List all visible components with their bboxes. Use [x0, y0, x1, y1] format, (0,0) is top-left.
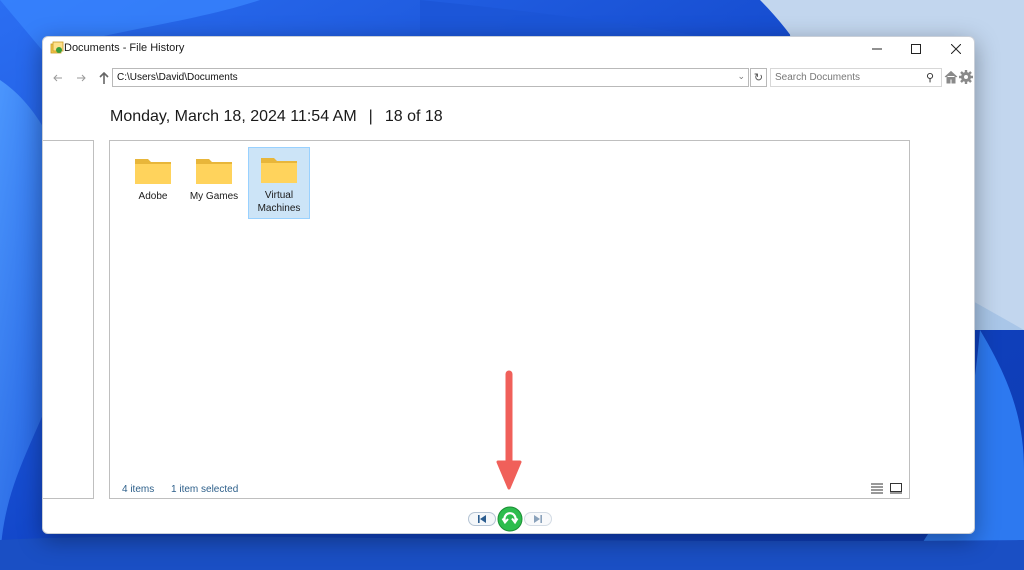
- home-icon[interactable]: [944, 69, 958, 85]
- maximize-button[interactable]: [896, 37, 936, 61]
- chevron-down-icon[interactable]: ⌄: [737, 71, 745, 82]
- back-button[interactable]: [50, 70, 66, 86]
- previous-icon: [478, 515, 486, 523]
- back-arrow-icon: [53, 74, 62, 82]
- gear-icon[interactable]: [958, 69, 974, 85]
- file-history-window: Documents - File History C:\Users\David\…: [42, 36, 975, 534]
- search-box[interactable]: ⚲: [770, 68, 942, 87]
- search-icon[interactable]: ⚲: [926, 71, 934, 84]
- file-history-app-icon: [50, 41, 64, 54]
- snapshot-header: Monday, March 18, 2024 11:54 AM | 18 of 18: [110, 108, 443, 126]
- previous-version-button[interactable]: [468, 512, 496, 526]
- address-bar[interactable]: C:\Users\David\Documents ⌄: [112, 68, 749, 87]
- up-button[interactable]: [96, 70, 112, 86]
- folder-icon: [135, 159, 171, 184]
- forward-arrow-icon: [77, 74, 86, 82]
- restore-button[interactable]: [497, 506, 523, 532]
- window-title: Documents - File History: [64, 42, 185, 54]
- up-arrow-icon: [99, 72, 109, 84]
- title-bar[interactable]: Documents - File History: [43, 37, 974, 61]
- minimize-icon: [872, 48, 882, 50]
- previous-version-pane[interactable]: [43, 140, 94, 499]
- folder-icon: [196, 159, 232, 184]
- details-view-icon[interactable]: [870, 482, 884, 494]
- refresh-button[interactable]: ↻: [750, 68, 767, 87]
- file-item-virtual-machines[interactable]: Virtual Machines: [248, 147, 310, 219]
- file-item-adobe[interactable]: Adobe: [122, 149, 184, 221]
- file-list-pane: Adobe My Games Virtual Machines 4 items …: [109, 140, 910, 499]
- close-icon: [951, 44, 961, 54]
- close-button[interactable]: [936, 37, 974, 61]
- forward-button[interactable]: [73, 70, 89, 86]
- navigation-bar: C:\Users\David\Documents ⌄ ↻ ⚲: [43, 66, 974, 90]
- next-version-button[interactable]: [524, 512, 552, 526]
- header-separator: |: [368, 108, 373, 125]
- minimize-button[interactable]: [857, 37, 897, 61]
- file-item-label: Virtual Machines: [257, 190, 301, 214]
- refresh-icon: ↻: [753, 72, 764, 84]
- file-item-label: My Games: [189, 191, 239, 202]
- status-bar: 4 items 1 item selected: [122, 484, 252, 495]
- selection-count: 1 item selected: [171, 484, 239, 495]
- search-input[interactable]: [775, 72, 915, 83]
- snapshot-position: 18 of 18: [384, 108, 443, 125]
- large-icons-view-icon[interactable]: [889, 482, 903, 494]
- maximize-icon: [911, 44, 921, 54]
- address-path: C:\Users\David\Documents: [117, 72, 238, 83]
- playback-controls: [468, 506, 552, 532]
- file-item-my-games[interactable]: My Games: [183, 149, 245, 221]
- file-item-label: Adobe: [138, 191, 168, 202]
- folder-icon: [261, 158, 297, 183]
- item-count: 4 items: [122, 484, 155, 495]
- snapshot-date: Monday, March 18, 2024 11:54 AM: [110, 108, 357, 125]
- next-icon: [534, 515, 542, 523]
